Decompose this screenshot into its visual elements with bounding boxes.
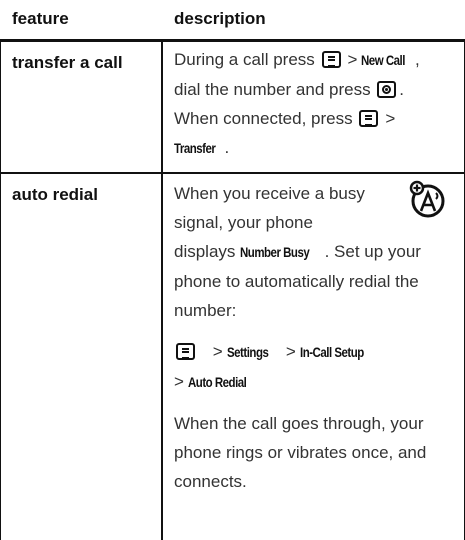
header-description: description bbox=[174, 9, 266, 28]
menu-settings: Settings bbox=[226, 344, 269, 360]
column-divider bbox=[161, 42, 163, 540]
desc-line: When you receive a busy bbox=[174, 184, 365, 203]
table-left-border bbox=[0, 42, 1, 540]
menu-key-icon bbox=[176, 343, 195, 360]
menu-auto-redial: Auto Redial bbox=[187, 374, 247, 390]
desc-line: displays Number Busy. Set up your phone … bbox=[174, 237, 454, 325]
feature-transfer-a-call: transfer a call bbox=[12, 53, 123, 72]
row-divider bbox=[0, 172, 465, 174]
desc-closing: When the call goes through, your phone r… bbox=[174, 414, 427, 491]
desc-line: dial the number and press . bbox=[174, 80, 405, 99]
desc-line: During a call press > New Call, bbox=[174, 45, 456, 75]
description-transfer-a-call: During a call press > New Call, dial the … bbox=[174, 45, 456, 163]
menu-key-icon bbox=[321, 51, 341, 68]
menu-new-call: New Call bbox=[361, 52, 406, 68]
menu-path: > Settings > In-Call Setup bbox=[174, 337, 456, 367]
desc-line: When connected, press > bbox=[174, 109, 396, 128]
header-feature: feature bbox=[12, 9, 69, 28]
menu-number-busy: Number Busy bbox=[240, 244, 310, 260]
desc-line: Transfer. bbox=[174, 133, 456, 163]
menu-transfer: Transfer bbox=[174, 140, 216, 156]
description-auto-redial: When you receive a busy signal, your pho… bbox=[174, 179, 456, 496]
feature-auto-redial: auto redial bbox=[12, 185, 98, 204]
menu-key-icon bbox=[359, 110, 379, 127]
menu-path-continued: > Auto Redial bbox=[174, 367, 456, 397]
desc-line: signal, your phone bbox=[174, 213, 313, 232]
center-select-key-icon bbox=[377, 81, 397, 98]
table-header-row: feature description bbox=[0, 0, 465, 42]
menu-in-call-setup: In-Call Setup bbox=[299, 344, 364, 360]
